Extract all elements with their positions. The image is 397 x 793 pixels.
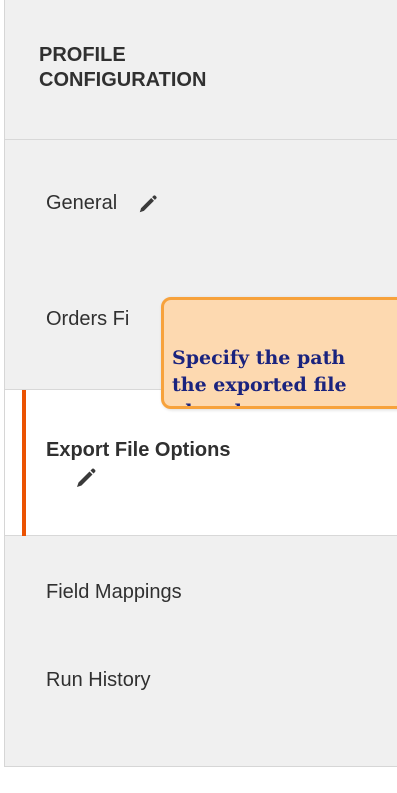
sidebar-title: PROFILE CONFIGURATION xyxy=(39,44,207,91)
sidebar-item-label: Run History xyxy=(46,669,151,691)
sidebar-item-general[interactable]: General xyxy=(5,190,397,250)
pencil-icon[interactable] xyxy=(74,466,98,490)
sidebar-header: PROFILE CONFIGURATION xyxy=(5,0,397,140)
help-tooltip: Specify the path the exported file place… xyxy=(161,297,397,409)
sidebar-item-label: Field Mappings xyxy=(46,581,182,603)
sidebar-item-label: General xyxy=(46,192,118,214)
sidebar-item-label: Export File Options xyxy=(46,439,231,461)
sidebar-item-run-history[interactable]: Run History xyxy=(5,667,397,707)
sidebar-item-label: Orders Fi xyxy=(46,308,130,330)
tooltip-text: Specify the path the exported file place… xyxy=(172,347,347,406)
sidebar-item-field-mappings[interactable]: Field Mappings xyxy=(5,579,397,619)
sidebar-item-export-file-options[interactable]: Export File Options xyxy=(5,390,397,536)
pencil-icon[interactable] xyxy=(137,193,159,215)
